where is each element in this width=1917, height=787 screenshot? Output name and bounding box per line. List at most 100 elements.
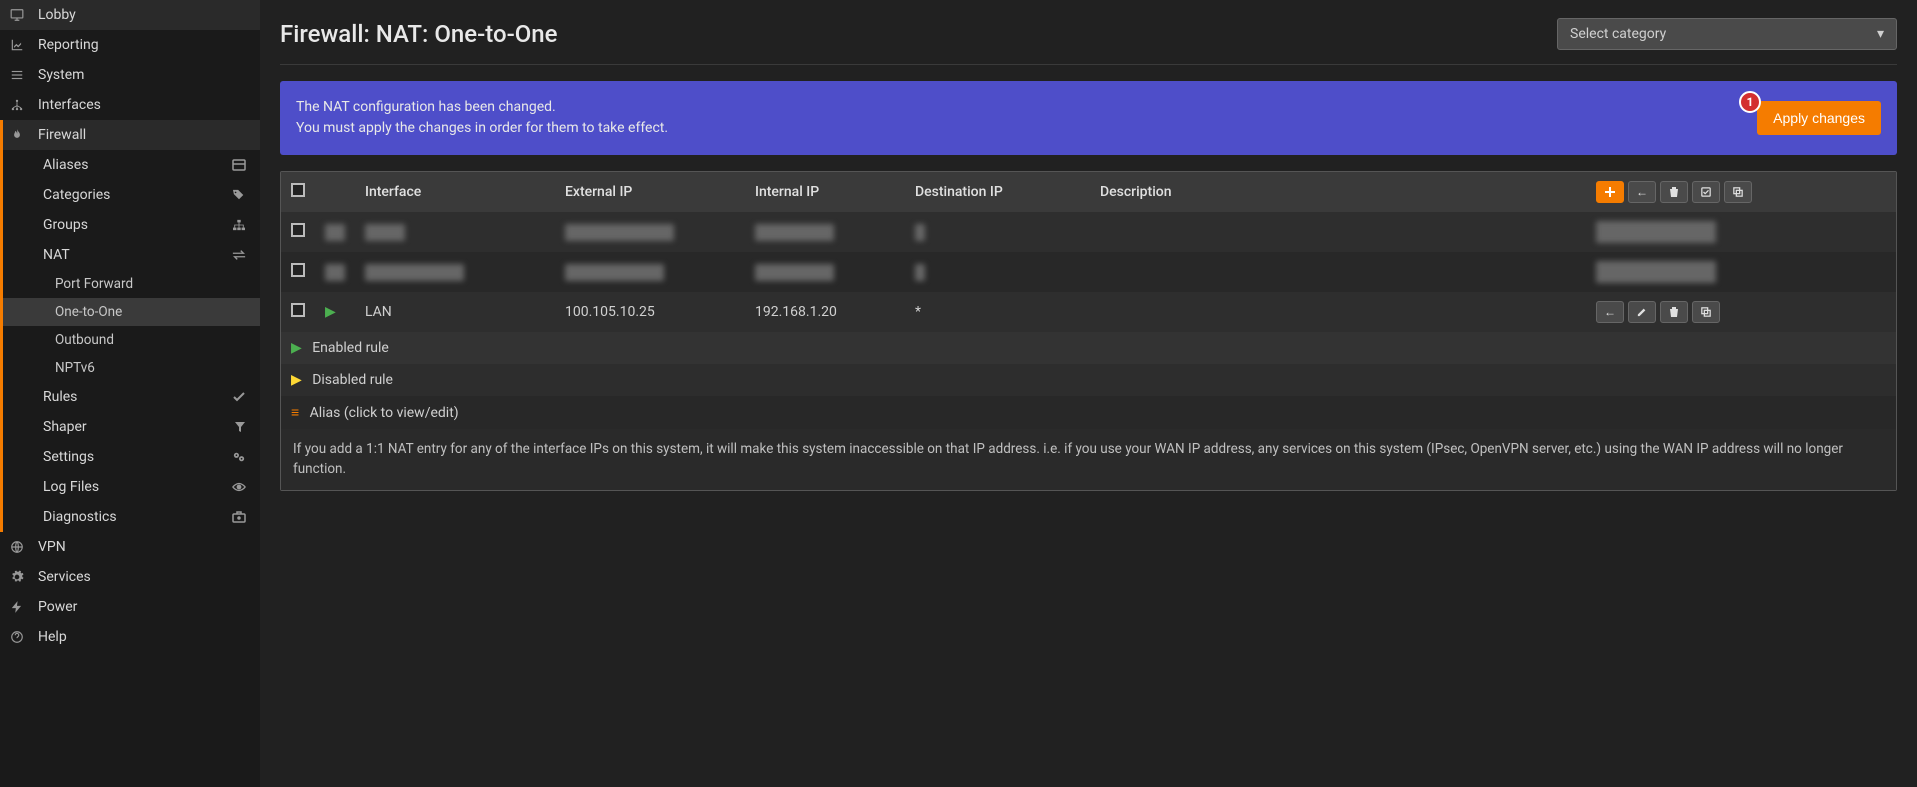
apply-changes-button[interactable]: Apply changes xyxy=(1757,101,1881,135)
sidebar-sub2-outbound[interactable]: Outbound xyxy=(3,326,260,354)
eye-icon xyxy=(232,481,246,493)
network-icon xyxy=(10,98,28,112)
sidebar-sub-shaper[interactable]: Shaper xyxy=(3,412,260,442)
alert-changes: The NAT configuration has been changed. … xyxy=(280,81,1897,155)
question-icon xyxy=(10,630,28,644)
sidebar-item-lobby[interactable]: Lobby xyxy=(0,0,260,30)
sidebar-item-reporting[interactable]: Reporting xyxy=(0,30,260,60)
table-row[interactable]: ██ ██████████ ██████████ ████████ █ ████… xyxy=(281,252,1896,292)
page-header: Firewall: NAT: One-to-One Select categor… xyxy=(280,0,1897,65)
sidebar-item-interfaces[interactable]: Interfaces xyxy=(0,90,260,120)
sidebar-sub2-port-forward[interactable]: Port Forward xyxy=(3,270,260,298)
clone-button[interactable] xyxy=(1692,301,1720,323)
sidebar-label: System xyxy=(38,67,84,83)
delete-all-button[interactable] xyxy=(1660,181,1688,203)
cell-external: 100.105.10.25 xyxy=(555,292,745,332)
gear-icon xyxy=(10,570,28,584)
plug-icon xyxy=(10,600,28,614)
sidebar-sub-label: Log Files xyxy=(43,479,99,495)
legend-enabled: ▶ Enabled rule xyxy=(281,332,1896,364)
cell-interface: ████ xyxy=(355,212,555,252)
legend-alias: ≡ Alias (click to view/edit) xyxy=(281,396,1896,429)
sidebar-sub2-one-to-one[interactable]: One-to-One xyxy=(3,298,260,326)
sidebar-item-vpn[interactable]: VPN xyxy=(0,532,260,562)
tags-icon xyxy=(232,189,246,201)
table-header-row: Interface External IP Internal IP Destin… xyxy=(281,172,1896,212)
cell-description xyxy=(1090,292,1586,332)
th-interface: Interface xyxy=(355,172,555,212)
alert-text: The NAT configuration has been changed. … xyxy=(296,97,668,139)
sidebar-sub-rules[interactable]: Rules xyxy=(3,382,260,412)
row-checkbox[interactable] xyxy=(291,223,305,237)
table-row[interactable]: ▶ LAN 100.105.10.25 192.168.1.20 * ← xyxy=(281,292,1896,332)
sitemap-icon xyxy=(232,219,246,231)
legend-disabled-label: Disabled rule xyxy=(312,372,393,388)
th-description: Description xyxy=(1090,172,1586,212)
delete-button[interactable] xyxy=(1660,301,1688,323)
sidebar-sub-label: Groups xyxy=(43,217,88,233)
cell-external: ███████████ xyxy=(555,212,745,252)
cell-description xyxy=(1090,252,1586,292)
sidebar-label: Reporting xyxy=(38,37,99,53)
sidebar-label: Power xyxy=(38,599,77,615)
gears-icon xyxy=(232,451,246,463)
sidebar-label: Interfaces xyxy=(38,97,101,113)
sidebar-sub-label: Rules xyxy=(43,389,77,405)
sidebar-sub-diagnostics[interactable]: Diagnostics xyxy=(3,502,260,532)
nat-table: Interface External IP Internal IP Destin… xyxy=(281,172,1896,429)
table-row[interactable]: ██ ████ ███████████ ████████ █ █████████… xyxy=(281,212,1896,252)
card-icon xyxy=(232,159,246,171)
sidebar-label: Help xyxy=(38,629,67,645)
sidebar-item-system[interactable]: System xyxy=(0,60,260,90)
category-placeholder: Select category xyxy=(1570,26,1666,42)
cell-interface: LAN xyxy=(355,292,555,332)
sidebar-sub-categories[interactable]: Categories xyxy=(3,180,260,210)
caret-down-icon: ▾ xyxy=(1877,26,1884,42)
sidebar-item-power[interactable]: Power xyxy=(0,592,260,622)
row-checkbox[interactable] xyxy=(291,263,305,277)
cell-external: ██████████ xyxy=(555,252,745,292)
row-checkbox[interactable] xyxy=(291,303,305,317)
sidebar-sub-label: Aliases xyxy=(43,157,88,173)
move-left-button[interactable]: ← xyxy=(1628,181,1656,203)
row-actions: ← xyxy=(1596,301,1886,323)
menu-icon xyxy=(10,68,28,82)
sidebar-sub-label: Categories xyxy=(43,187,110,203)
select-all-checkbox[interactable] xyxy=(291,183,305,197)
sidebar-item-firewall[interactable]: Firewall xyxy=(0,120,260,150)
sidebar-sub-aliases[interactable]: Aliases xyxy=(3,150,260,180)
play-icon: ▶ xyxy=(291,372,302,388)
header-actions: ← xyxy=(1596,181,1886,203)
sidebar-sub-log-files[interactable]: Log Files xyxy=(3,472,260,502)
sidebar-sub-label: Shaper xyxy=(43,419,87,435)
main-content: Firewall: NAT: One-to-One Select categor… xyxy=(260,0,1917,787)
fire-icon xyxy=(10,128,28,142)
th-destination: Destination IP xyxy=(905,172,1090,212)
add-button[interactable] xyxy=(1596,181,1624,203)
sidebar-sub-groups[interactable]: Groups xyxy=(3,210,260,240)
hint-text: If you add a 1:1 NAT entry for any of th… xyxy=(281,429,1896,490)
sidebar-sub2-nptv6[interactable]: NPTv6 xyxy=(3,354,260,382)
th-internal: Internal IP xyxy=(745,172,905,212)
sidebar-item-services[interactable]: Services xyxy=(0,562,260,592)
clone-all-button[interactable] xyxy=(1724,181,1752,203)
alert-badge: 1 xyxy=(1739,91,1761,113)
edit-button[interactable] xyxy=(1628,301,1656,323)
legend-alias-label: Alias (click to view/edit) xyxy=(310,405,459,421)
sidebar-sub-nat[interactable]: NAT xyxy=(3,240,260,270)
nat-table-container: Interface External IP Internal IP Destin… xyxy=(280,171,1897,491)
globe-icon xyxy=(10,540,28,554)
th-external: External IP xyxy=(555,172,745,212)
sidebar-sub-settings[interactable]: Settings xyxy=(3,442,260,472)
move-button[interactable]: ← xyxy=(1596,301,1624,323)
category-select[interactable]: Select category ▾ xyxy=(1557,18,1897,50)
cell-destination: █ xyxy=(905,252,1090,292)
sidebar-sub-label: NAT xyxy=(43,247,70,263)
toggle-all-button[interactable] xyxy=(1692,181,1720,203)
cell-interface: ██████████ xyxy=(355,252,555,292)
briefcase-icon xyxy=(232,511,246,523)
sidebar: LobbyReportingSystemInterfaces Firewall … xyxy=(0,0,260,787)
sidebar-label: Lobby xyxy=(38,7,76,23)
sidebar-item-help[interactable]: Help xyxy=(0,622,260,652)
swap-icon xyxy=(232,249,246,261)
